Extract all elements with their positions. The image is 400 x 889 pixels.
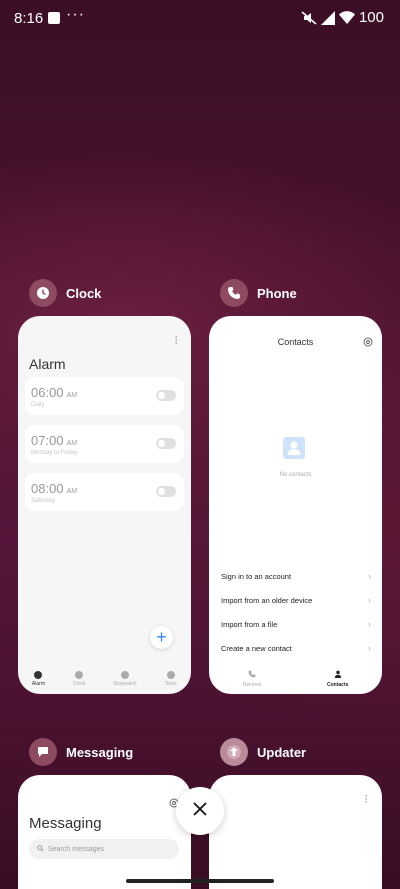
gear-icon [363, 334, 373, 352]
battery-level: 100 [358, 9, 384, 26]
more-options-icon: · · · [364, 790, 368, 808]
updater-app-card[interactable]: · · · [209, 775, 382, 889]
signal-icon [320, 10, 335, 25]
nav-clock: Clock [73, 671, 85, 687]
alarm-item: 06:00 AM Daily [25, 377, 184, 415]
status-bar: 8:16 ··· 100 [0, 0, 400, 36]
alarm-label: Saturday [31, 498, 56, 504]
alarm-ampm: AM [66, 488, 78, 495]
nav-stopwatch: Stopwatch [113, 671, 137, 687]
nav-contacts: Contacts [327, 670, 348, 688]
alarm-item: 07:00 AM Monday to Friday [25, 425, 184, 463]
chevron-right-icon: › [368, 595, 371, 605]
option-import-device: Import from an older device › [221, 595, 371, 605]
phone-app-name: Phone [257, 285, 297, 301]
search-messages-field: Search messages [29, 839, 179, 859]
phone-app-header[interactable]: Phone [220, 279, 297, 307]
phone-icon [220, 279, 248, 307]
messaging-screen-title: Messaging [29, 815, 102, 832]
alarm-label: Daily [31, 402, 45, 408]
messaging-app-card[interactable]: Messaging Search messages [18, 775, 191, 889]
alarm-ampm: AM [66, 440, 78, 447]
empty-state-text: No contacts [279, 472, 312, 478]
hourglass-icon [166, 671, 175, 679]
updater-app-name: Updater [257, 744, 307, 760]
phone-small-icon [248, 670, 256, 680]
clock-icon [29, 279, 57, 307]
clock-app-name: Clock [66, 285, 102, 301]
alarm-time: 07:00 [31, 433, 64, 448]
alarm-item: 08:00 AM Saturday [25, 473, 184, 511]
contact-placeholder-icon [283, 437, 305, 459]
update-arrow-icon [220, 738, 248, 766]
alarm-icon [34, 671, 43, 679]
nav-recents: Recents [243, 670, 261, 688]
chat-icon [29, 738, 57, 766]
close-icon [193, 801, 207, 821]
wifi-icon [338, 11, 355, 24]
search-icon [37, 844, 44, 854]
more-notifications-icon: ··· [66, 6, 85, 23]
clock-small-icon [75, 671, 84, 679]
clock-app-header[interactable]: Clock [29, 279, 101, 307]
nav-alarm: Alarm [32, 671, 45, 687]
clock-app-card[interactable]: · · · Alarm 06:00 AM Daily 07:00 AM Monday t… [18, 316, 191, 694]
alarm-toggle [156, 438, 176, 449]
notification-icon [48, 12, 60, 24]
status-time: 8:16 [14, 10, 44, 27]
option-sign-in: Sign in to an account › [221, 571, 371, 581]
stopwatch-icon [120, 671, 129, 679]
alarm-time: 08:00 [31, 481, 64, 496]
messaging-app-name: Messaging [66, 744, 134, 760]
alarm-time: 06:00 [31, 385, 64, 400]
alarm-toggle [156, 390, 176, 401]
more-options-icon: · · · [174, 331, 178, 349]
nav-timer: Timer [164, 671, 177, 687]
chevron-right-icon: › [368, 571, 371, 581]
option-import-file: Import from a file › [221, 619, 371, 629]
chevron-right-icon: › [368, 619, 371, 629]
chevron-right-icon: › [368, 643, 371, 653]
updater-app-header[interactable]: Updater [220, 738, 306, 766]
home-gesture-bar[interactable] [126, 879, 274, 883]
mute-icon [301, 10, 317, 25]
alarm-ampm: AM [66, 392, 78, 399]
person-icon [334, 670, 342, 680]
alarm-label: Monday to Friday [31, 450, 78, 456]
alarm-screen-title: Alarm [29, 356, 66, 372]
clock-bottom-nav: Alarm Clock Stopwatch Timer [18, 664, 191, 694]
phone-app-card[interactable]: Contacts No contacts Sign in to an accou… [209, 316, 382, 694]
messaging-app-header[interactable]: Messaging [29, 738, 133, 766]
close-all-button[interactable] [176, 787, 224, 835]
contacts-screen-title: Contacts [277, 337, 314, 347]
add-alarm-button: + [150, 626, 173, 649]
alarm-toggle [156, 486, 176, 497]
option-create-contact: Create a new contact › [221, 643, 371, 653]
